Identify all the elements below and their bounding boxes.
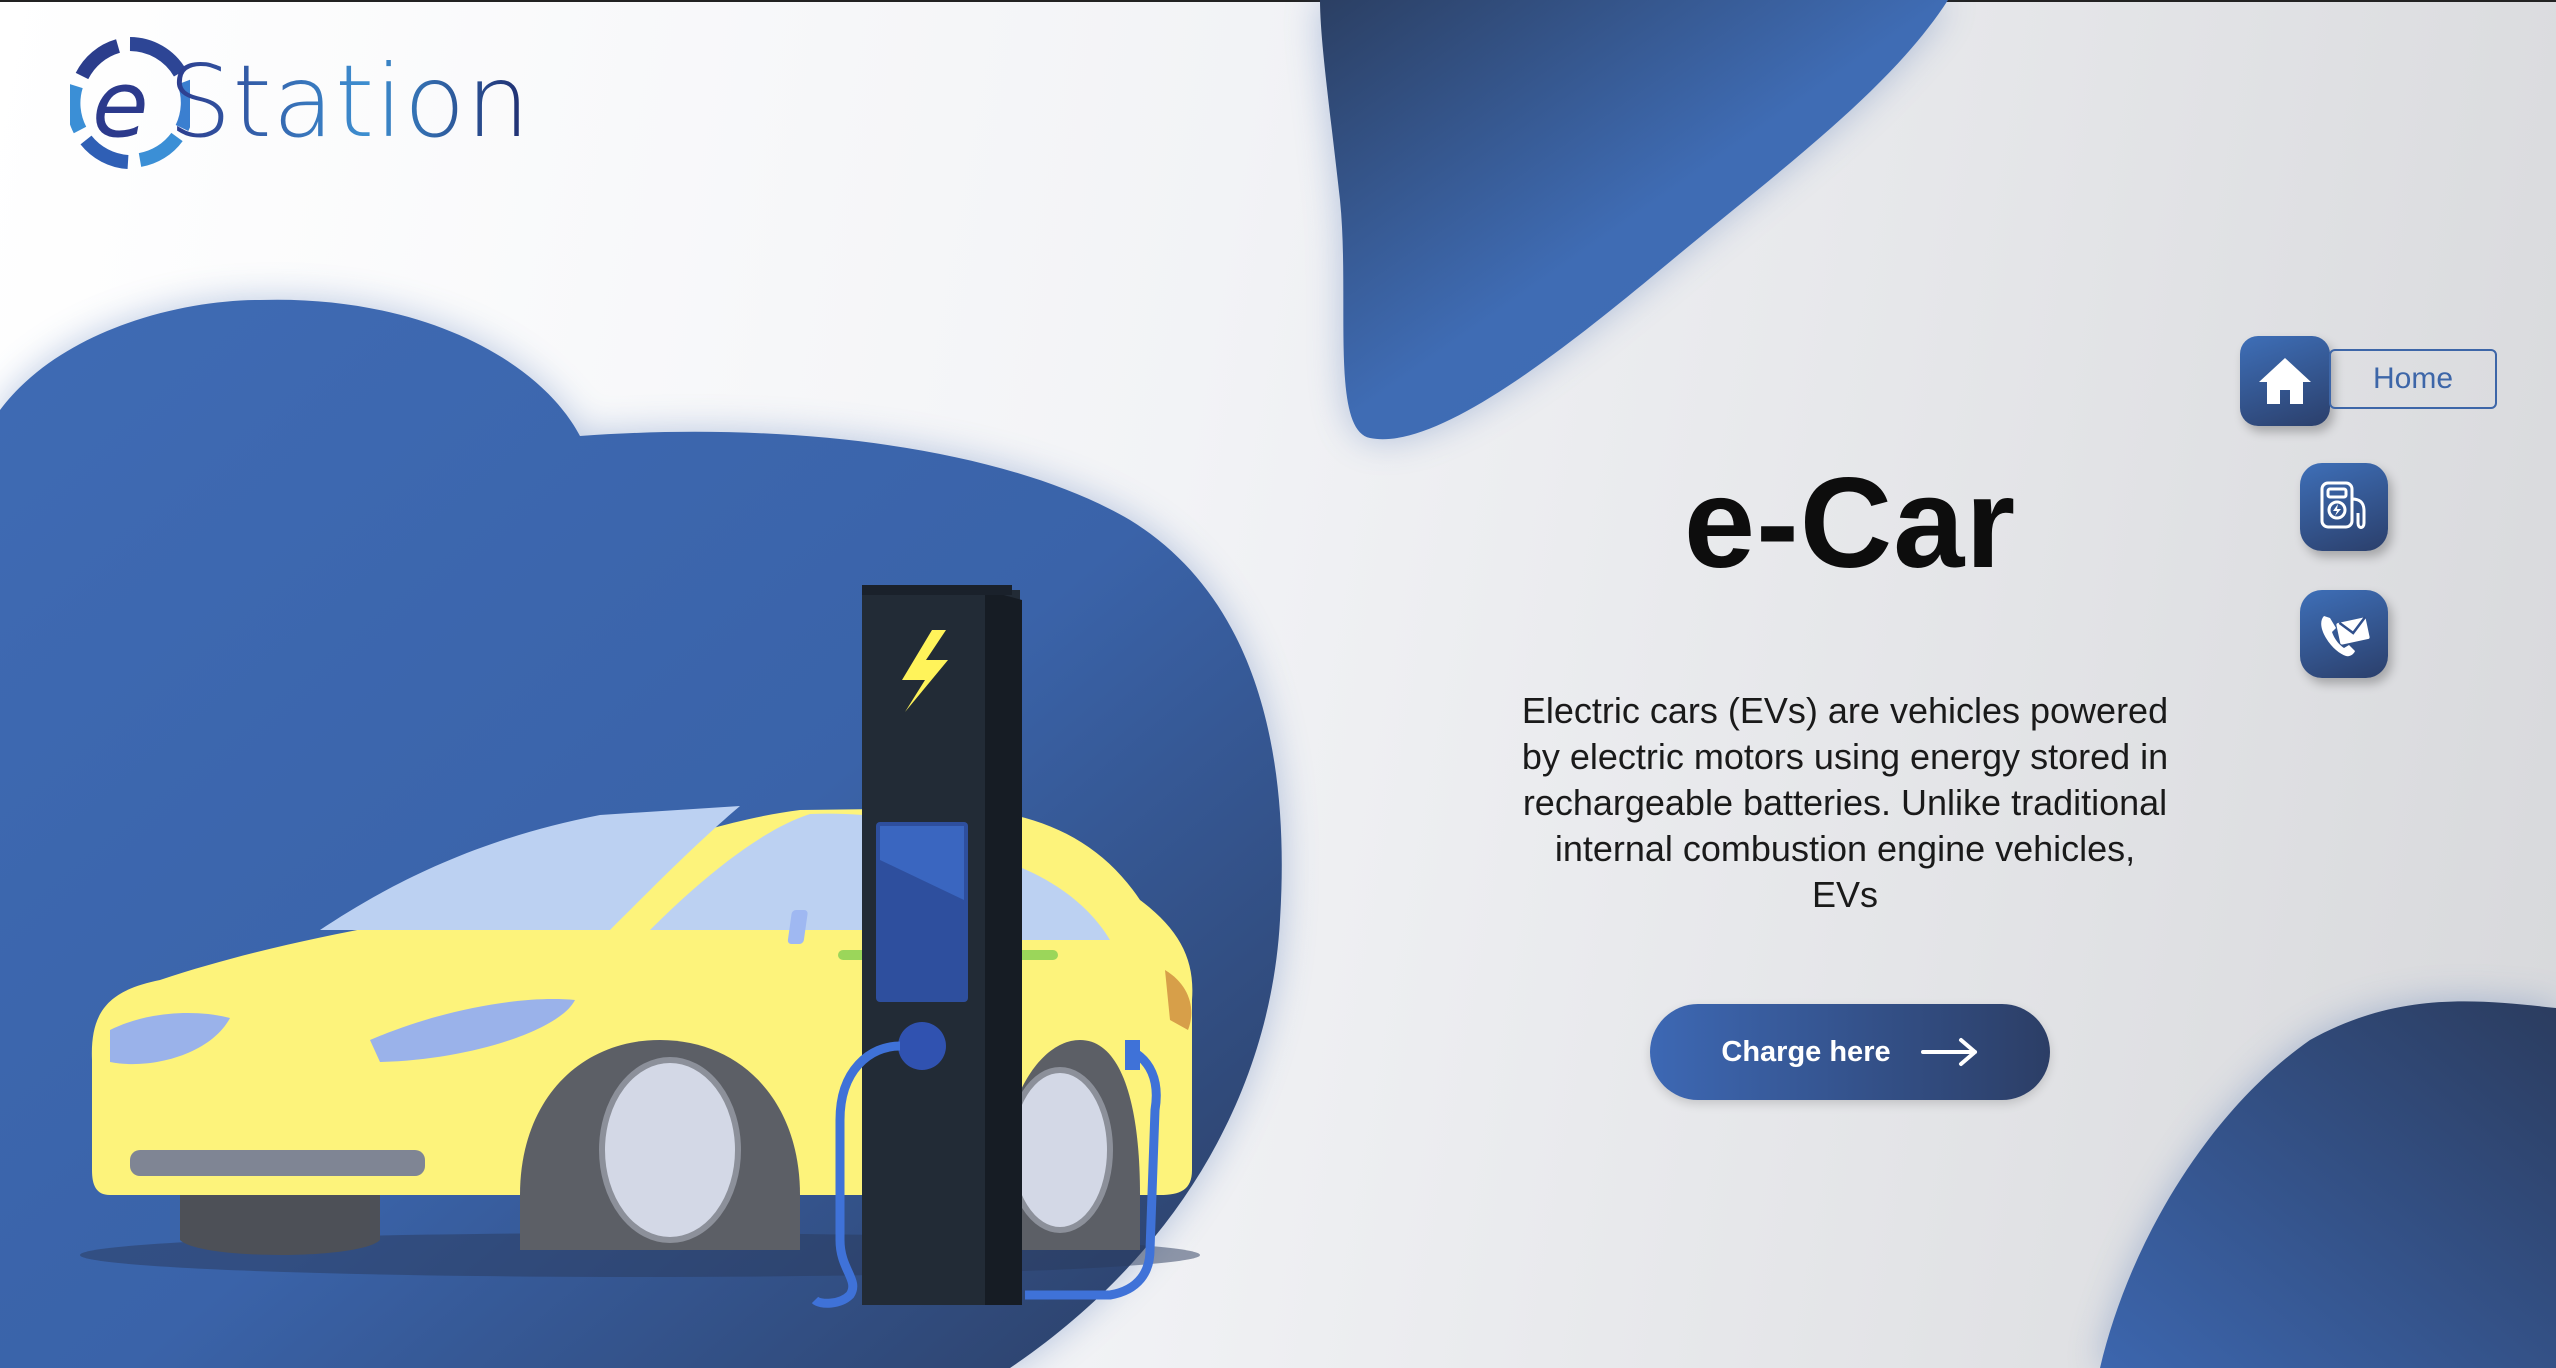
nav-charging-station-button[interactable] bbox=[2300, 463, 2388, 551]
contact-mail-phone-icon bbox=[2321, 616, 2370, 657]
home-icon bbox=[2259, 358, 2311, 404]
arrow-right-icon bbox=[1920, 1038, 1977, 1066]
nav-home-button[interactable] bbox=[2240, 336, 2330, 426]
nav-home-label[interactable]: Home bbox=[2329, 349, 2497, 409]
hero-description: Electric cars (EVs) are vehicles powered… bbox=[1521, 690, 2169, 915]
charge-here-button[interactable]: Charge here bbox=[1650, 1004, 2050, 1100]
nav-contact-button[interactable] bbox=[2300, 590, 2388, 678]
hero-title: e-Car bbox=[1683, 452, 2017, 595]
ev-charging-illustration bbox=[80, 585, 1200, 1308]
charging-station-icon bbox=[2320, 481, 2366, 529]
charge-here-label: Charge here bbox=[1721, 1035, 1891, 1068]
car-illustration bbox=[91, 806, 1193, 1255]
